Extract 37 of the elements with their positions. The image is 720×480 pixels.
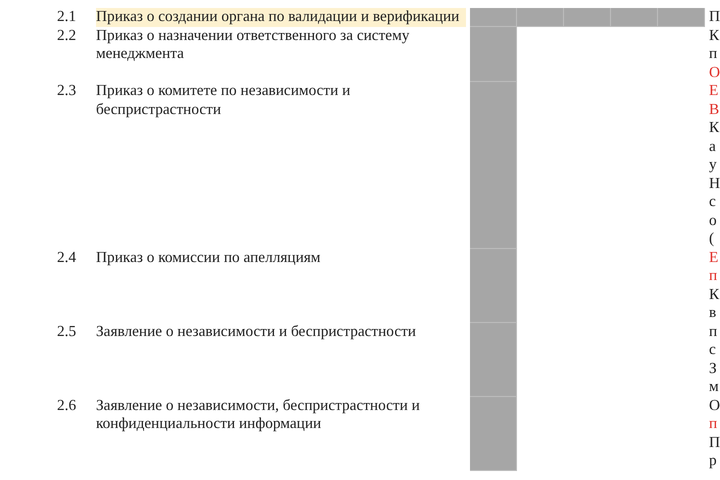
note-text: О — [709, 64, 720, 82]
note-text: К — [709, 119, 720, 138]
document-title: Приказ о создании органа по валидации и верификации — [96, 8, 466, 26]
note-text: с — [709, 341, 717, 360]
note-text: п — [709, 415, 718, 434]
note-text: К — [709, 286, 720, 304]
note-text: Е — [709, 248, 720, 267]
note-text: п — [709, 45, 718, 64]
note-text: о — [709, 212, 718, 230]
note-text: Н — [709, 174, 720, 193]
note-text: с — [709, 193, 717, 212]
note-text: п — [709, 322, 718, 341]
note-text: Е — [709, 82, 720, 100]
document-title: Заявление о независимости, беспристрастности и конфиденциальности информации — [96, 396, 421, 434]
row-number: 2.4 — [57, 248, 78, 267]
row-number: 2.5 — [57, 322, 78, 341]
row-number: 2.2 — [57, 26, 78, 45]
note-text: П — [709, 434, 720, 452]
document-title: Приказ о назначении ответственного за систему менеджмента — [96, 26, 410, 64]
note-text: р — [709, 452, 718, 470]
document-title: Приказ о комитете по независимости и беспристрастности — [96, 82, 352, 119]
document-title: Приказ о комиссии по апелляциям — [96, 248, 322, 267]
note-text: в — [709, 304, 718, 322]
note-text: у — [709, 156, 718, 174]
note-text: п — [709, 267, 718, 286]
note-text: О — [709, 396, 720, 415]
note-text: З — [709, 360, 718, 378]
row-number: 2.6 — [57, 396, 78, 415]
note-text: м — [709, 378, 719, 396]
note-text: а — [709, 138, 717, 156]
note-text: В — [709, 100, 720, 119]
document-title: Заявление о независимости и беспристрастности — [96, 322, 417, 341]
note-text: П — [709, 8, 720, 26]
note-text: ( — [709, 230, 716, 248]
row-number: 2.3 — [57, 82, 78, 100]
note-text: К — [709, 26, 720, 45]
row-number: 2.1 — [57, 8, 78, 26]
